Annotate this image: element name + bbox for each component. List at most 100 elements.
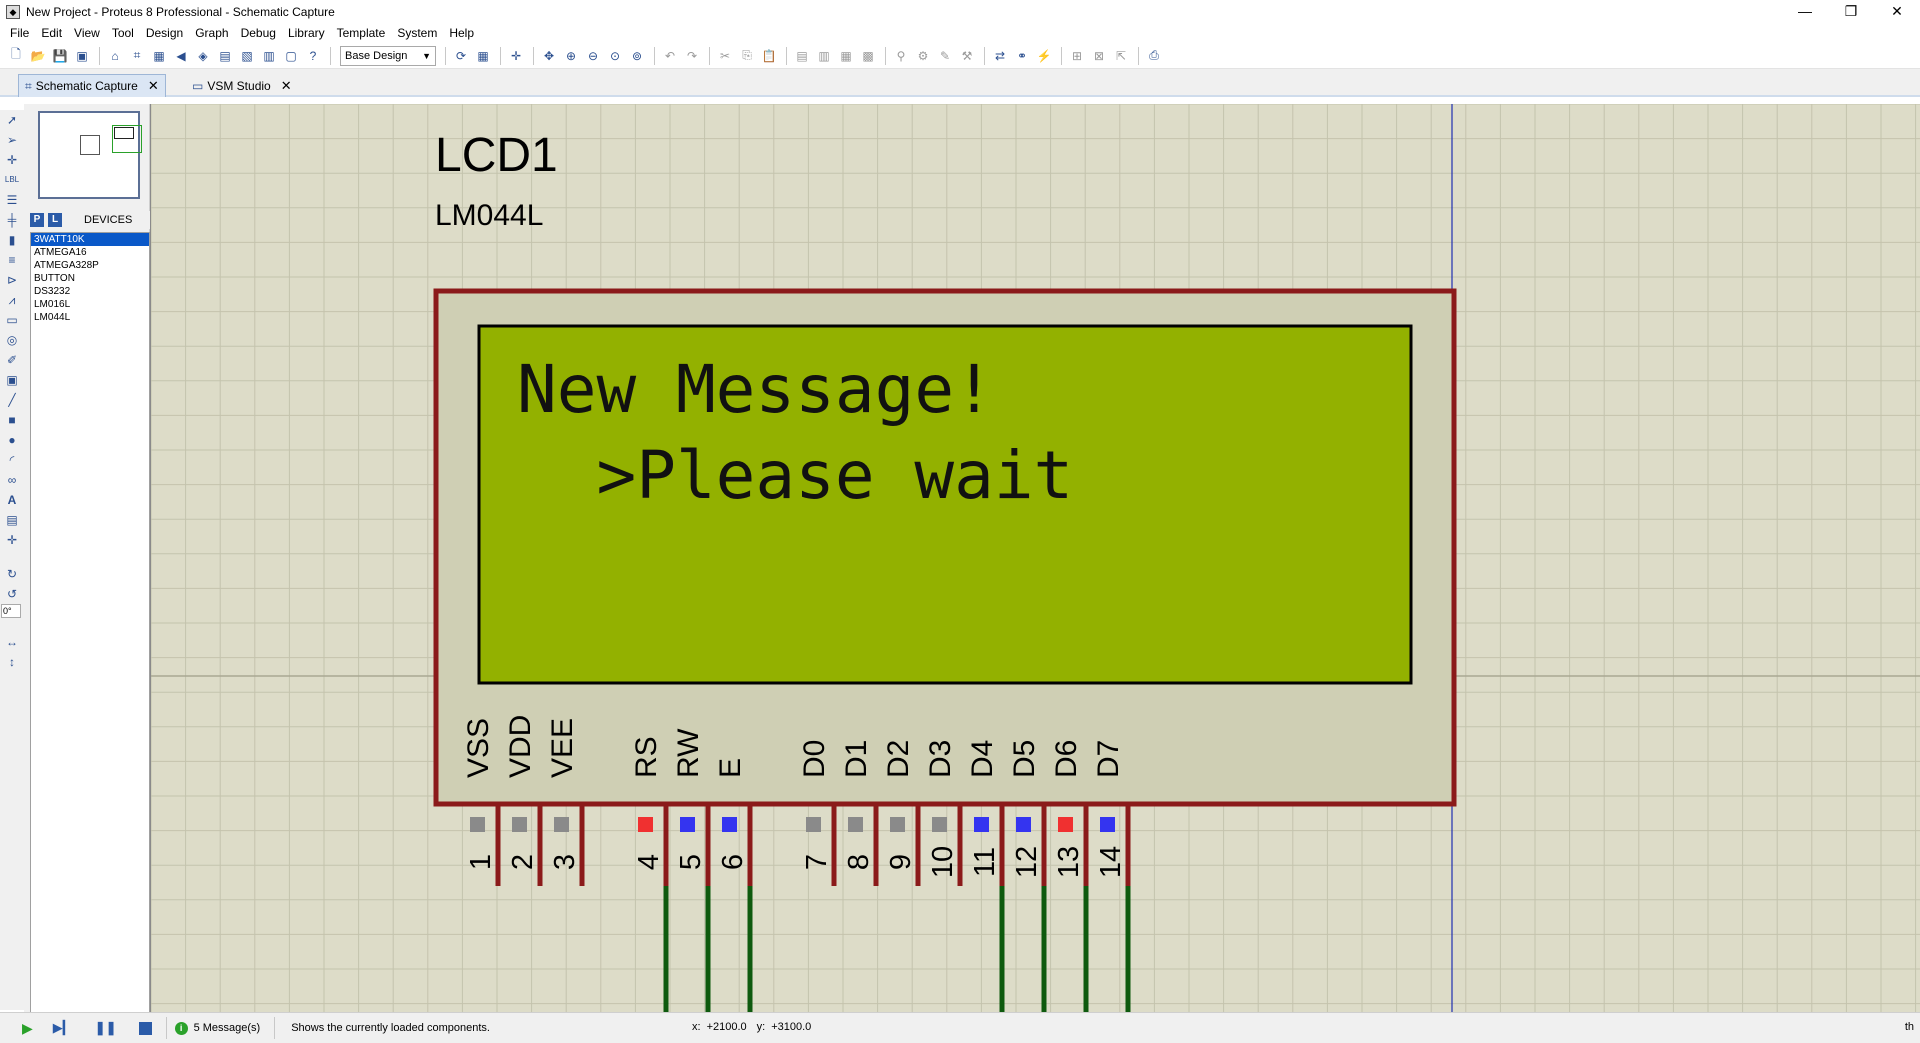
message-count[interactable]: 5 Message(s): [194, 1022, 261, 1034]
block-move-icon[interactable]: ▥: [814, 46, 834, 66]
minimize-icon[interactable]: —: [1782, 0, 1828, 23]
device-item[interactable]: DS3232: [31, 285, 149, 298]
exit-to-parent-icon[interactable]: ⇱: [1111, 46, 1131, 66]
source-code-icon[interactable]: ▥: [259, 46, 279, 66]
close-icon[interactable]: ✕: [148, 78, 159, 94]
rotation-angle-field[interactable]: 0°: [1, 604, 21, 618]
zoom-in-icon[interactable]: ⊕: [561, 46, 581, 66]
property-tool-icon[interactable]: ⚡: [1034, 46, 1054, 66]
rotate-anticlockwise-icon[interactable]: ↺: [1, 584, 23, 604]
graph-mode-icon[interactable]: ⩘: [1, 290, 23, 310]
new-file-icon[interactable]: 🗋: [6, 46, 26, 66]
menu-edit[interactable]: Edit: [35, 23, 68, 43]
save-all-icon[interactable]: ▣: [72, 46, 92, 66]
wire-autorouter-icon[interactable]: ⇄: [990, 46, 1010, 66]
pick-parts-icon[interactable]: ⚲: [891, 46, 911, 66]
pcb-layout-icon[interactable]: ▦: [149, 46, 169, 66]
device-item[interactable]: BUTTON: [31, 272, 149, 285]
redo-icon[interactable]: ↷: [682, 46, 702, 66]
zoom-out-icon[interactable]: ⊖: [583, 46, 603, 66]
home-icon[interactable]: ⌂: [105, 46, 125, 66]
terminals-icon[interactable]: ≡: [1, 250, 23, 270]
library-manager-button[interactable]: L: [48, 213, 62, 227]
arc-icon[interactable]: ◜: [1, 450, 23, 470]
paste-icon[interactable]: 📋: [759, 46, 779, 66]
menu-graph[interactable]: Graph: [189, 23, 234, 43]
zoom-area-icon[interactable]: ⊚: [627, 46, 647, 66]
refresh-icon[interactable]: ⟳: [451, 46, 471, 66]
notes-icon[interactable]: ▢: [281, 46, 301, 66]
schematic-canvas[interactable]: LCD1 LM044L New Message! >Please wait 1 V…: [150, 104, 1920, 1012]
menu-system[interactable]: System: [391, 23, 443, 43]
selection-mode-icon[interactable]: ➚: [1, 110, 23, 130]
mirror-horizontal-icon[interactable]: ↔: [1, 632, 23, 652]
buses-icon[interactable]: ╪: [1, 210, 23, 230]
new-sheet-icon[interactable]: ⊞: [1067, 46, 1087, 66]
device-item[interactable]: ATMEGA16: [31, 246, 149, 259]
stop-icon[interactable]: [138, 1021, 152, 1035]
netlist-icon[interactable]: ⎙: [1144, 46, 1164, 66]
help-icon[interactable]: ?: [303, 46, 323, 66]
bom-icon[interactable]: ▤: [215, 46, 235, 66]
open-folder-icon[interactable]: 📂: [28, 46, 48, 66]
gerber-icon[interactable]: ◀: [171, 46, 191, 66]
block-rotate-icon[interactable]: ▦: [836, 46, 856, 66]
component-mode-icon[interactable]: ➢: [1, 130, 23, 150]
menu-library[interactable]: Library: [282, 23, 331, 43]
device-pins-icon[interactable]: ⊳: [1, 270, 23, 290]
menu-design[interactable]: Design: [140, 23, 189, 43]
step-icon[interactable]: ▶▎: [53, 1020, 73, 1036]
menu-help[interactable]: Help: [443, 23, 480, 43]
block-delete-icon[interactable]: ▩: [858, 46, 878, 66]
pick-devices-button[interactable]: P: [30, 213, 44, 227]
undo-icon[interactable]: ↶: [660, 46, 680, 66]
pause-icon[interactable]: ❚❚: [95, 1020, 117, 1036]
symbol-icon[interactable]: ▤: [1, 510, 23, 530]
virtual-instruments-icon[interactable]: ▣: [1, 370, 23, 390]
wire-label-icon[interactable]: LBL: [1, 170, 23, 190]
menu-debug[interactable]: Debug: [235, 23, 282, 43]
grid-toggle-icon[interactable]: ▦: [473, 46, 493, 66]
design-variant-select[interactable]: Base Design ▼: [340, 45, 436, 66]
line-icon[interactable]: ╱: [1, 390, 23, 410]
circle-icon[interactable]: ●: [1, 430, 23, 450]
zoom-all-icon[interactable]: ⊙: [605, 46, 625, 66]
box-icon[interactable]: ■: [1, 410, 23, 430]
menu-file[interactable]: File: [4, 23, 35, 43]
menu-tool[interactable]: Tool: [106, 23, 140, 43]
mirror-vertical-icon[interactable]: ↕: [1, 652, 23, 672]
marker-icon[interactable]: ✛: [1, 530, 23, 550]
device-item[interactable]: 3WATT10K: [31, 233, 149, 246]
menu-view[interactable]: View: [68, 23, 106, 43]
rotate-clockwise-icon[interactable]: ↻: [1, 564, 23, 584]
3d-view-icon[interactable]: ◈: [193, 46, 213, 66]
text-icon[interactable]: A: [1, 490, 23, 510]
block-copy-icon[interactable]: ▤: [792, 46, 812, 66]
junction-dot-icon[interactable]: ✛: [1, 150, 23, 170]
cut-icon[interactable]: ✂: [715, 46, 735, 66]
remove-sheet-icon[interactable]: ⊠: [1089, 46, 1109, 66]
tape-recorder-icon[interactable]: ▭: [1, 310, 23, 330]
copy-icon[interactable]: ⎘: [737, 46, 757, 66]
path-icon[interactable]: ∞: [1, 470, 23, 490]
text-script-icon[interactable]: ☰: [1, 190, 23, 210]
close-icon[interactable]: ✕: [1874, 0, 1920, 23]
tab-vsm-studio[interactable]: ▭ VSM Studio ✕: [186, 74, 298, 97]
voltage-probe-icon[interactable]: ✐: [1, 350, 23, 370]
make-device-icon[interactable]: ⚙: [913, 46, 933, 66]
subcircuit-icon[interactable]: ▮: [1, 230, 23, 250]
generator-icon[interactable]: ◎: [1, 330, 23, 350]
design-explorer-icon[interactable]: ▧: [237, 46, 257, 66]
decompose-icon[interactable]: ⚒: [957, 46, 977, 66]
device-item[interactable]: LM044L: [31, 311, 149, 324]
device-item[interactable]: ATMEGA328P: [31, 259, 149, 272]
close-icon[interactable]: ✕: [281, 78, 292, 94]
pan-icon[interactable]: ✥: [539, 46, 559, 66]
menu-template[interactable]: Template: [331, 23, 392, 43]
overview-window[interactable]: [38, 111, 142, 199]
schematic-drawing[interactable]: LCD1 LM044L New Message! >Please wait 1 V…: [151, 104, 1920, 1012]
search-icon[interactable]: ⚭: [1012, 46, 1032, 66]
schematic-icon[interactable]: ⌗: [127, 46, 147, 66]
device-item[interactable]: LM016L: [31, 298, 149, 311]
tab-schematic-capture[interactable]: ⌗ Schematic Capture ✕: [18, 74, 166, 97]
